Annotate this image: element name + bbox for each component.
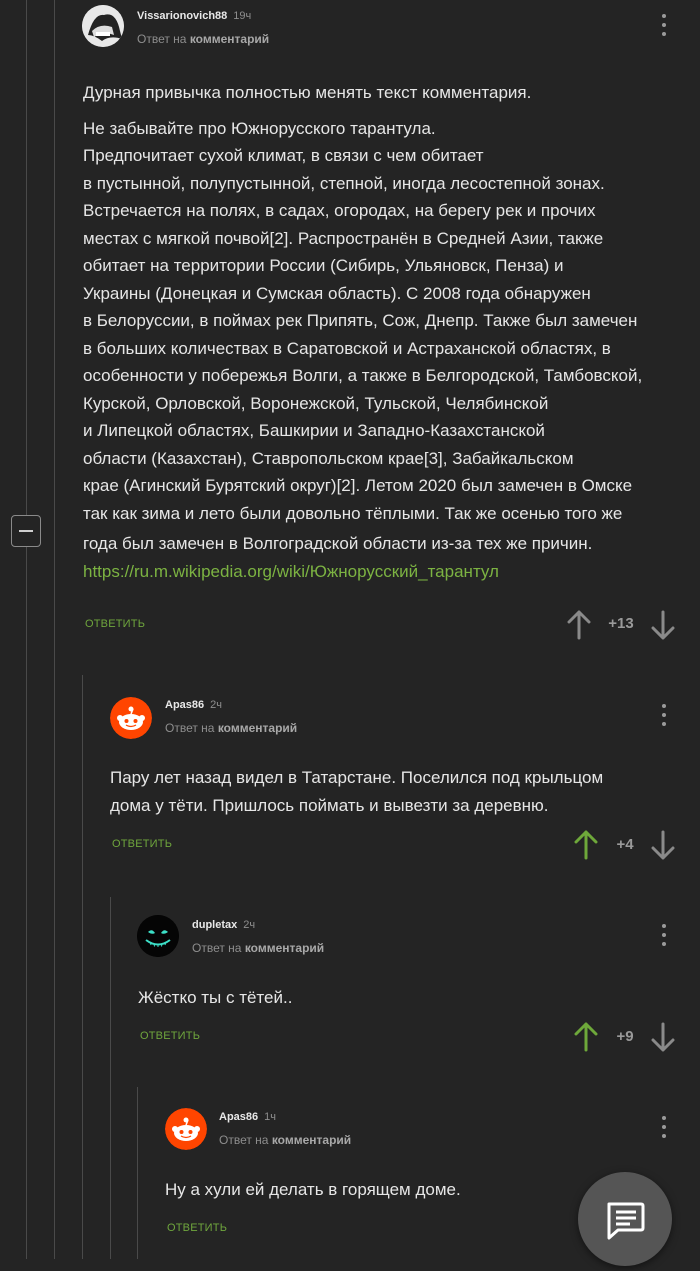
comment-score: +4 [616,836,634,853]
reply-button[interactable]: ОТВЕТИТЬ [140,1030,200,1042]
chat-fab-button[interactable] [578,1172,672,1266]
comment-author[interactable]: Apas86 2ч [165,699,222,711]
comment-author[interactable]: Vissarionovich88 19ч [137,10,251,22]
upvote-icon[interactable] [574,1022,598,1052]
comment-score: +13 [608,615,634,632]
avatar[interactable] [137,915,179,957]
reply-button[interactable]: ОТВЕТИТЬ [167,1222,227,1234]
reply-target-link[interactable]: комментарий [272,1133,351,1147]
reply-to: Ответ на комментарий [192,941,325,955]
avatar[interactable] [165,1108,207,1150]
comment-author[interactable]: dupletax 2ч [192,919,255,931]
downvote-icon[interactable] [651,1022,675,1052]
more-options-icon[interactable] [658,12,670,38]
upvote-icon[interactable] [567,610,591,640]
comment-author[interactable]: Apas86 1ч [219,1111,276,1123]
reply-to: Ответ на комментарий [219,1133,352,1147]
downvote-icon[interactable] [651,610,675,640]
comment-time: 19ч [233,10,252,22]
comment-time: 2ч [210,699,222,711]
more-options-icon[interactable] [658,922,670,948]
comment: Apas86 2ч Ответ на комментарий Пару лет н… [0,680,700,870]
upvote-icon[interactable] [574,830,598,860]
reply-target-link[interactable]: комментарий [190,32,269,46]
reply-button[interactable]: ОТВЕТИТЬ [112,838,172,850]
comment: Vissarionovich88 19ч Ответ на комментарий… [0,0,700,660]
reply-target-link[interactable]: комментарий [245,941,324,955]
comment-body: Пару лет назад видел в Татарстане. Посел… [110,768,604,815]
comment-time: 1ч [264,1111,276,1123]
reply-to: Ответ на комментарий [165,721,298,735]
comment-time: 2ч [243,919,256,931]
comment-body: Дурная привычка полностью менять текст к… [83,83,643,581]
reply-button[interactable]: ОТВЕТИТЬ [85,618,145,630]
comment-body: Ну а хули ей делать в горящем доме. [165,1180,461,1199]
downvote-icon[interactable] [651,830,675,860]
more-options-icon[interactable] [658,702,670,728]
avatar[interactable] [110,697,152,739]
chat-icon [607,1202,645,1240]
comment-score: +9 [616,1028,634,1045]
more-options-icon[interactable] [658,1114,670,1140]
reply-target-link[interactable]: комментарий [218,721,297,735]
reply-to: Ответ на комментарий [137,32,270,46]
comment: dupletax 2ч Ответ на комментарий Жёстко т… [0,900,700,1070]
wiki-link[interactable]: https://ru.m.wikipedia.org/wiki/Южнорусс… [83,562,499,581]
avatar[interactable] [82,5,124,47]
comment-body: Жёстко ты с тётей.. [138,988,293,1007]
